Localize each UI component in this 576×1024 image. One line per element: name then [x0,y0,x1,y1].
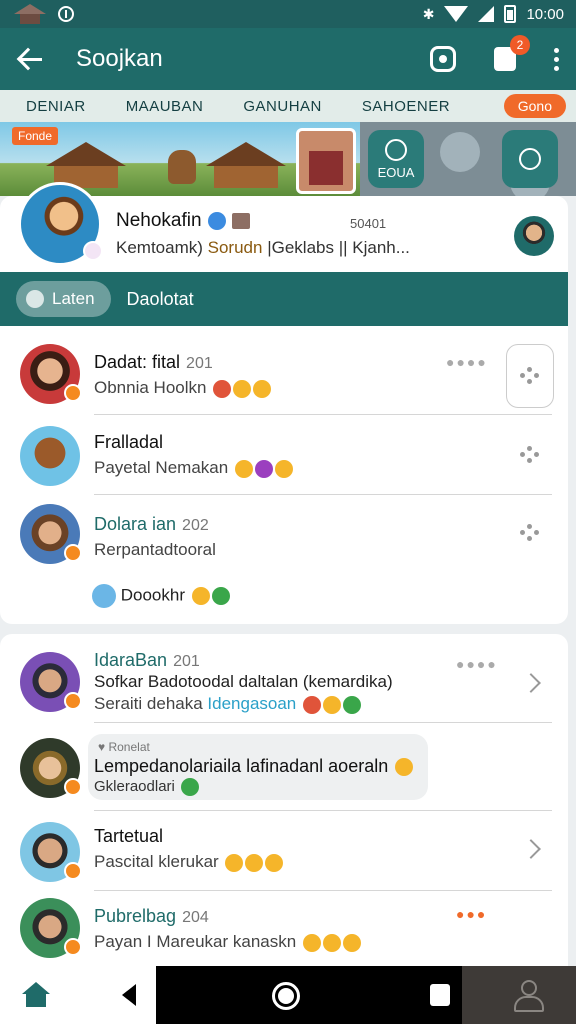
avatar [20,344,82,404]
bottom-nav [0,966,576,1024]
list-item[interactable]: Pubrelbag 204 Payan I Mareukar kanaskn ●●… [0,892,568,976]
avatar [20,738,82,798]
mini-avatar [92,584,116,608]
app-bar: Soojkan 2 [0,28,576,90]
back-nav-icon[interactable] [122,984,136,1006]
person-icon[interactable] [512,980,544,1012]
filter-chip[interactable]: Laten [16,281,111,317]
chip-icon [26,290,44,308]
signal-icon [478,6,495,22]
cart-badge: 2 [510,35,530,55]
avatar [20,426,80,486]
bag-icon[interactable]: 2 [494,35,530,71]
bluetooth-icon: ✱ [422,5,435,22]
chevron-right-icon[interactable] [521,673,541,693]
tab-ganuhan[interactable]: GANUHAN [243,98,322,115]
user-avatar[interactable] [514,216,554,256]
banner: Fonde EOUA [0,122,576,196]
tab-gono[interactable]: Gono [503,94,566,118]
hut-illustration [206,142,286,188]
chevron-right-icon[interactable] [521,839,541,859]
bubble-tag: ♥ Ronelat [98,740,150,754]
battery-icon [504,5,517,23]
avatar[interactable] [18,182,103,266]
chip-label: Laten [52,289,95,308]
hut-icon [12,4,48,24]
more-icon[interactable]: ●●●● [456,656,498,672]
avatar [20,822,82,882]
tab-sahoener[interactable]: SAHOENER [362,98,450,115]
avatar [20,898,82,958]
tab-maauban[interactable]: MAAUBAN [126,98,204,115]
tab-bar: DENIAR MAAUBAN GANUHAN SAHOENER Gono [0,90,576,122]
mini-avatar [83,241,103,261]
search-heart-icon [519,148,541,170]
more-icon[interactable] [520,524,540,544]
camera-icon[interactable] [430,46,456,72]
profile-count: 50401 [350,216,387,231]
home-icon[interactable] [22,982,50,1008]
emoji-button-label: EOUA [377,164,415,180]
recents-icon[interactable] [430,984,450,1006]
sync-icon [58,6,74,22]
profile-card: Nehokafin 50401 Kemtoamk) Sorudn |Geklab… [0,182,568,272]
status-time: 10:00 [526,5,564,23]
list-item[interactable]: Fralladal Payetal Nemakan [0,416,568,500]
card-footer[interactable]: Doookhr [92,584,230,608]
verified-icon [207,212,226,230]
status-bar: ✱ 10:00 [0,0,576,28]
filter-bar: Laten Daolotat [0,272,568,326]
creature-illustration [168,150,196,184]
list-item[interactable]: ♥ Ronelat Lempedanolariaila lafinadanl a… [0,726,568,810]
more-vert-icon[interactable] [554,47,560,71]
box-icon [231,213,250,229]
emoji-button[interactable]: EOUA [368,130,424,188]
message-bubble[interactable]: ♥ Ronelat Lempedanolariaila lafinadanl a… [88,734,428,800]
list-item[interactable]: IdaraBan 201 Sofkar Badotoodal daltalan (… [0,638,568,728]
filter-label[interactable]: Daolotat [127,289,194,310]
page-title: Soojkan [76,45,163,72]
more-icon[interactable] [520,446,540,466]
banner-photo[interactable] [296,128,356,194]
more-icon[interactable]: ●●●● [446,354,488,370]
profile-name: Nehokafin [116,210,202,231]
tab-deniar[interactable]: DENIAR [26,98,86,115]
avatar [20,504,82,564]
list-item[interactable]: Tartetual Pascital klerukar [0,812,568,896]
chat-card: Dadat: fital 201 Obnnia Hoolkn ●●●● Frall… [0,326,568,624]
avatar [20,652,82,712]
search-heart-button[interactable] [502,130,558,188]
chat-card: IdaraBan 201 Sofkar Badotoodal daltalan (… [0,634,568,970]
list-item[interactable]: Dadat: fital 201 Obnnia Hoolkn ●●●● [0,330,568,414]
back-arrow-icon[interactable] [16,43,48,75]
profile-subtitle: Kemtoamk) Sorudn |Geklabs || Kjanh... [116,238,410,257]
smile-icon [385,138,407,161]
action-box[interactable] [506,344,554,408]
home-nav-icon[interactable] [272,982,300,1010]
list-item[interactable]: Dolara ian 202 Rerpantadtooral [0,496,568,580]
wifi-icon [444,6,469,22]
more-icon[interactable]: ●●● [456,906,487,922]
